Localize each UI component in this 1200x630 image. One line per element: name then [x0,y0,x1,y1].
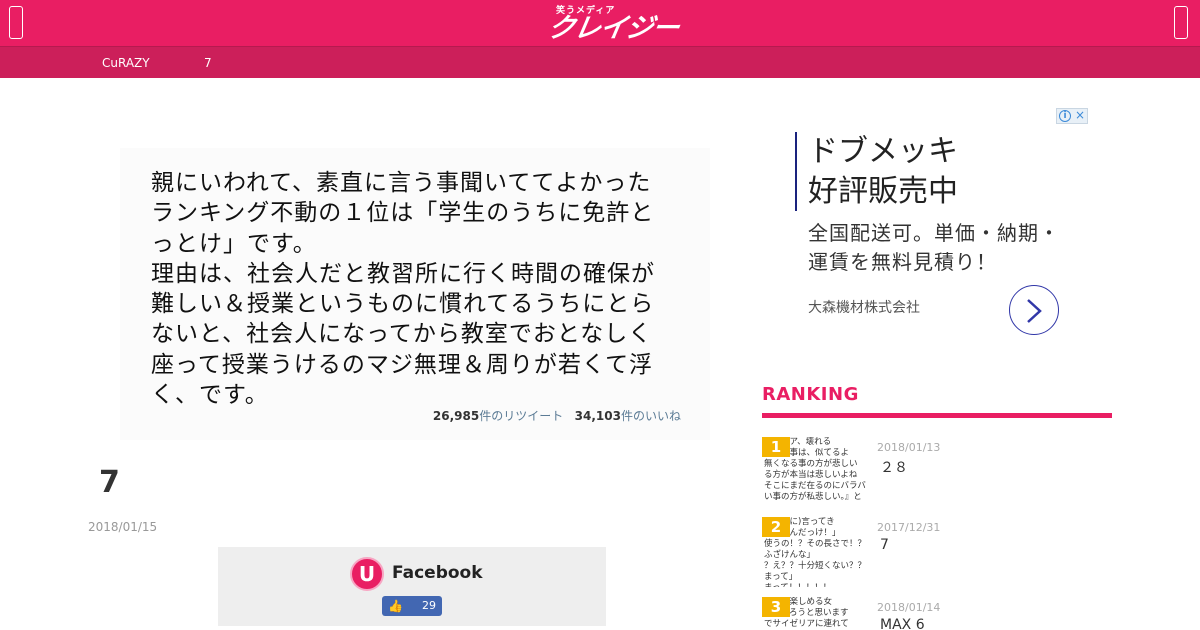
facebook-like-box: U Facebook 👍 29 [218,547,606,626]
info-icon[interactable]: i [1059,110,1071,122]
ranking-item[interactable]: リアを楽しめる女 幸せだろうと思います でサイゼリアに連れて 3 2018/01… [762,597,1122,630]
ranking-headline[interactable]: MAX 6 [880,617,925,630]
ranking-date: 2018/01/14 [877,601,941,614]
ad-accent-bar [795,132,797,211]
rank-badge: 2 [762,517,790,537]
ad-next-button[interactable] [1009,285,1059,335]
article-title: 7 [99,465,120,500]
embedded-tweet[interactable]: 親にいわれて、素直に言う事聞いててよかった ランキング不動の１位は「学生のうちに… [120,148,710,440]
ranking-divider [762,413,1112,418]
retweet-label[interactable]: 件のリツイート [479,409,563,423]
ranking-item[interactable]: るように)言ってき なったんだっけ！」 使うの！？その長さで！？ ふざけんな」 … [762,517,1122,587]
top-header: 笑うメディア クレイジー [0,0,1200,46]
curazy-logo-icon: U [350,557,384,591]
ad-headline[interactable]: ドブメッキ 好評販売中 [808,132,958,212]
rank-badge: 1 [762,437,790,457]
close-icon[interactable]: × [1075,108,1085,122]
facebook-like-count: 29 [422,599,436,612]
chevron-right-icon [1027,299,1042,323]
like-label[interactable]: 件のいいね [621,409,681,423]
ad-choices[interactable]: i × [1056,108,1088,124]
ad-company[interactable]: 大森機材株式会社 [808,297,920,317]
retweet-count[interactable]: 26,985 [433,409,479,423]
breadcrumb-home[interactable]: CuRAZY [102,56,150,70]
breadcrumb: CuRAZY 7 [0,46,1200,78]
ranking-date: 2017/12/31 [877,521,941,534]
ranking-item[interactable]: 『ママア、壊れる という事は、似てるよ 無くなる事の方が悲しい る方が本当は悲し… [762,437,1122,507]
ranking-date: 2018/01/13 [877,441,941,454]
like-count[interactable]: 34,103 [575,409,621,423]
rank-badge: 3 [762,597,790,617]
thumbs-up-icon: 👍 [388,599,403,613]
site-logo[interactable]: 笑うメディア クレイジー [545,6,681,44]
facebook-title[interactable]: Facebook [392,563,483,583]
facebook-like-button[interactable]: 👍 29 [382,596,442,616]
article-date: 2018/01/15 [88,520,158,534]
ranking-headline[interactable]: ２８ [880,457,908,477]
ranking-headline[interactable]: 7 [880,537,889,553]
ranking-title: RANKING [762,384,859,405]
right-menu-button[interactable] [1174,6,1188,39]
tweet-text: 親にいわれて、素直に言う事聞いててよかった ランキング不動の１位は「学生のうちに… [151,170,655,409]
ad-body[interactable]: 全国配送可。単価・納期・ 運賃を無料見積り！ [808,219,1060,277]
logo-wordmark: クレイジー [545,13,681,44]
breadcrumb-current[interactable]: 7 [204,56,212,70]
left-menu-button[interactable] [9,6,23,39]
tweet-stats: 26,985件のリツイート 34,103件のいいね [433,407,681,424]
